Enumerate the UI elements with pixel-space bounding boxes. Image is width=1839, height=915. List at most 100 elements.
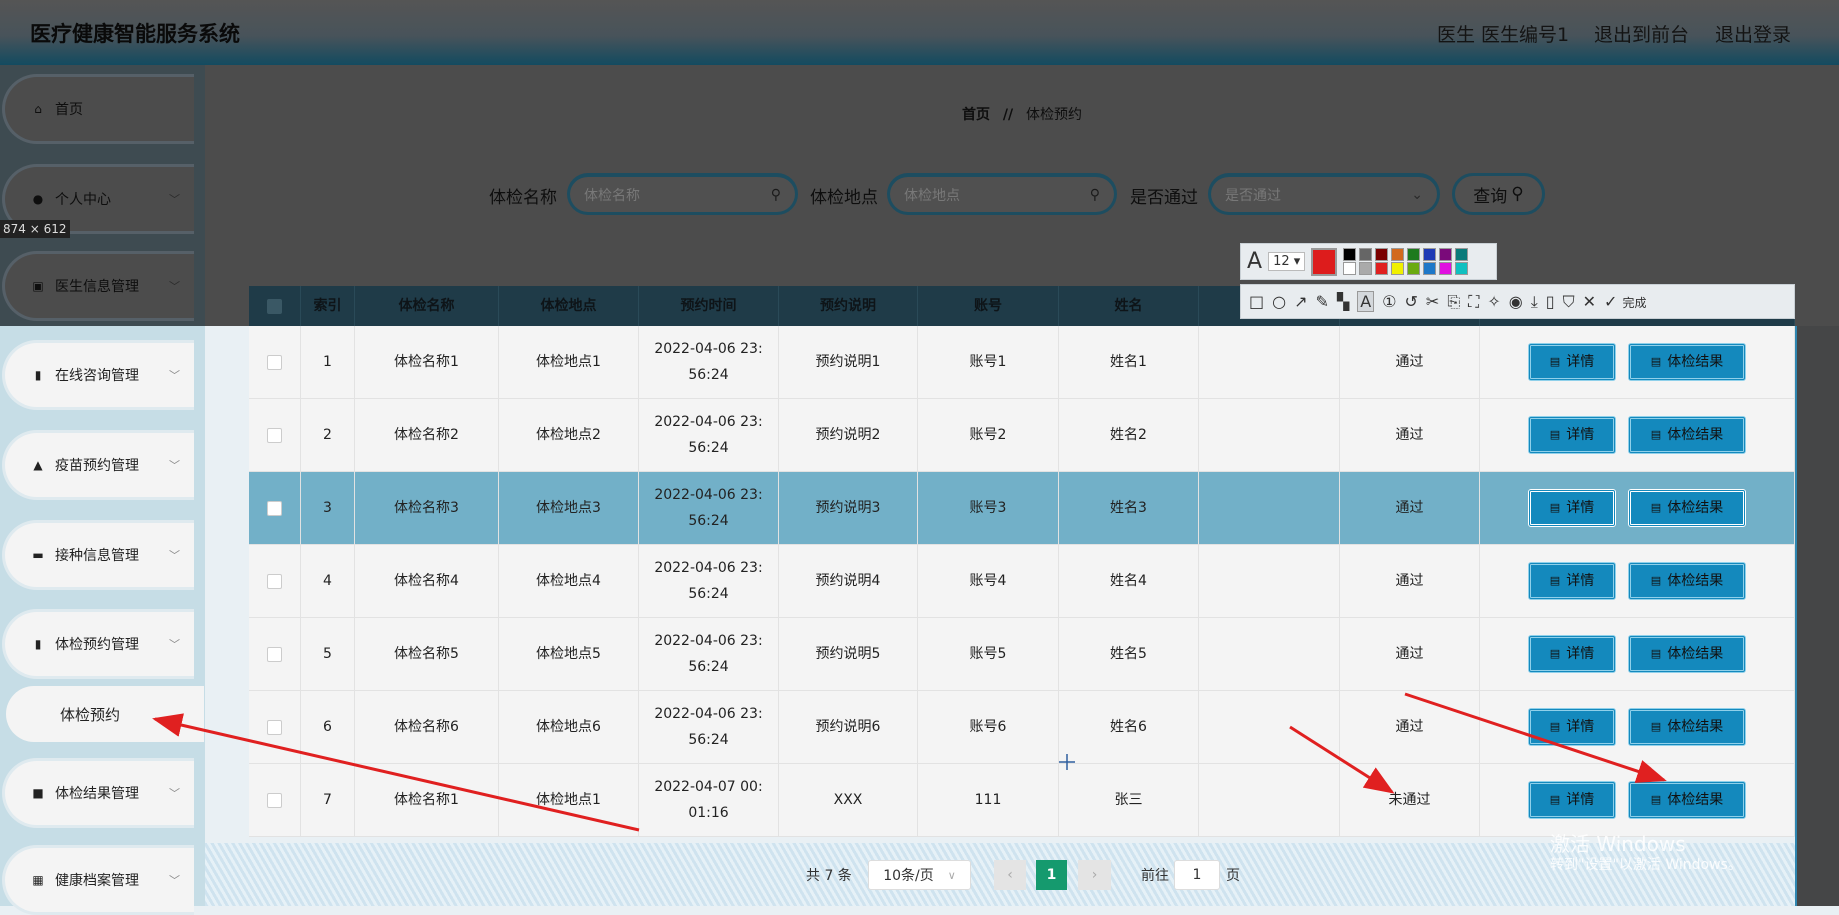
color-swatch[interactable] (1407, 262, 1421, 275)
undo-icon[interactable]: ↺ (1405, 292, 1418, 311)
color-swatch[interactable] (1359, 248, 1373, 261)
place-search-input[interactable]: 体检地点 ⚲ (887, 173, 1117, 215)
table-row[interactable]: 6 体检名称6 体检地点6 2022-04-06 23:56:24 预约说明6 账号6 姓名… (249, 691, 1795, 764)
query-button[interactable]: 查询 ⚲ (1452, 173, 1545, 215)
next-page-button[interactable]: › (1078, 860, 1111, 890)
detail-button[interactable]: ▤ 详情 (1528, 781, 1616, 819)
ellipse-tool-icon[interactable]: ○ (1272, 292, 1286, 311)
exam-result-button[interactable]: ▤ 体检结果 (1628, 489, 1746, 527)
exam-result-button[interactable]: ▤ 体检结果 (1628, 708, 1746, 746)
table-cell: 体检名称1 (355, 326, 499, 398)
table-row[interactable]: 1 体检名称1 体检地点1 2022-04-06 23:56:24 预约说明1 账号1 姓名… (249, 326, 1795, 399)
row-checkbox[interactable] (267, 427, 282, 443)
detail-button[interactable]: ▤ 详情 (1528, 416, 1616, 454)
pass-select[interactable]: 是否通过 ⌄ (1208, 173, 1440, 215)
table-cell: 体检地点3 (499, 472, 639, 544)
row-checkbox[interactable] (267, 719, 282, 735)
color-swatch[interactable] (1455, 262, 1469, 275)
translate-icon[interactable]: ⛶ (1468, 292, 1479, 312)
color-swatch[interactable] (1391, 262, 1405, 275)
font-size-select[interactable]: 12 ▾ (1268, 252, 1306, 271)
detail-button[interactable]: ▤ 详情 (1528, 562, 1616, 600)
breadcrumb-home[interactable]: 首页 (962, 107, 990, 123)
table-cell: 2022-04-06 23:56:24 (639, 326, 779, 398)
row-checkbox[interactable] (267, 500, 282, 516)
record-icon[interactable]: ◉ (1509, 292, 1523, 311)
exit-to-front-link[interactable]: 退出到前台 (1594, 20, 1689, 47)
color-swatch[interactable] (1391, 248, 1405, 261)
detail-button[interactable]: ▤ 详情 (1528, 489, 1616, 527)
sidebar-item-0[interactable]: ⌂ 首页 (2, 74, 194, 144)
pencil-tool-icon[interactable]: ✎ (1316, 292, 1329, 311)
arrow-tool-icon[interactable]: ↗ (1294, 292, 1307, 311)
select-all-checkbox[interactable] (267, 298, 282, 314)
name-search-input[interactable]: 体检名称 ⚲ (567, 173, 798, 215)
page-size-select[interactable]: 10条/页 ∨ (868, 860, 971, 890)
table-cell (1199, 472, 1340, 544)
chevron-down-icon: ﹀ (169, 787, 180, 800)
color-swatch[interactable] (1439, 248, 1453, 261)
table-row[interactable]: 7 体检名称1 体检地点1 2022-04-07 00:01:16 XXX 111 张三 未通… (249, 764, 1795, 837)
goto-page-input[interactable]: 1 (1174, 860, 1220, 890)
table-row[interactable]: 5 体检名称5 体检地点5 2022-04-06 23:56:24 预约说明5 账号5 姓名… (249, 618, 1795, 691)
sidebar-item-5[interactable]: ▬ 接种信息管理 ﹀ (2, 520, 194, 590)
sidebar-item-8[interactable]: ▦ 健康档案管理 ﹀ (2, 845, 194, 915)
exam-result-button[interactable]: ▤ 体检结果 (1628, 416, 1746, 454)
color-swatch[interactable] (1375, 262, 1389, 275)
selected-color-swatch[interactable] (1311, 247, 1338, 276)
exam-result-button[interactable]: ▤ 体检结果 (1628, 562, 1746, 600)
bookmark-icon[interactable]: ⛉ (1563, 292, 1575, 312)
table-row[interactable]: 4 体检名称4 体检地点4 2022-04-06 23:56:24 预约说明4 账号4 姓名… (249, 545, 1795, 618)
color-swatch[interactable] (1343, 248, 1357, 261)
sidebar-item-7[interactable]: ■ 体检结果管理 ﹀ (2, 758, 194, 828)
exam-result-button[interactable]: ▤ 体检结果 (1628, 343, 1746, 381)
download-icon[interactable]: ⤓ (1531, 292, 1538, 312)
color-swatch[interactable] (1439, 262, 1453, 275)
exam-result-button[interactable]: ▤ 体检结果 (1628, 781, 1746, 819)
column-header[interactable] (249, 286, 301, 326)
ocr-icon[interactable]: ⎘ (1447, 292, 1460, 312)
detail-button[interactable]: ▤ 详情 (1528, 635, 1616, 673)
annotation-tools-toolbar: □ ○ ↗ ✎ ▚ A ① ↺ ✂ ⎘ ⛶ ✧ ◉ ⤓ ▯ ⛉ ✕ ✓ 完成 (1240, 284, 1795, 319)
color-swatch[interactable] (1375, 248, 1389, 261)
color-swatch[interactable] (1359, 262, 1373, 275)
sidebar-item-3[interactable]: ▮ 在线咨询管理 ﹀ (2, 340, 194, 410)
number-tool-icon[interactable]: ① (1382, 292, 1396, 311)
sidebar-item-4[interactable]: ▲ 疫苗预约管理 ﹀ (2, 430, 194, 500)
sidebar-item-label: 在线咨询管理 (55, 368, 139, 384)
text-tool-icon[interactable]: A (1357, 291, 1375, 312)
prev-page-button[interactable]: ‹ (994, 860, 1026, 890)
detail-button[interactable]: ▤ 详情 (1528, 708, 1616, 746)
sidebar-item-2[interactable]: ▣ 医生信息管理 ﹀ (2, 251, 194, 321)
table-row[interactable]: 3 体检名称3 体检地点3 2022-04-06 23:56:24 预约说明3 账号3 姓名… (249, 472, 1795, 545)
logout-link[interactable]: 退出登录 (1715, 20, 1791, 47)
sidebar-item-6[interactable]: ▮ 体检预约管理 ﹀ (2, 609, 194, 679)
color-swatch[interactable] (1423, 248, 1437, 261)
windows-activation-hint: 转到"设置"以激活 Windows。 (1550, 857, 1742, 873)
phone-icon[interactable]: ▯ (1546, 292, 1555, 311)
pin-icon[interactable]: ✧ (1487, 292, 1500, 311)
sidebar-subitem-exam-appointment[interactable]: 体检预约 (6, 686, 204, 742)
exam-result-button[interactable]: ▤ 体检结果 (1628, 635, 1746, 673)
color-swatch[interactable] (1343, 262, 1357, 275)
color-swatch[interactable] (1455, 248, 1469, 261)
sidebar-item-label: 疫苗预约管理 (55, 458, 139, 474)
book-icon: ▮ (34, 368, 42, 382)
done-button[interactable]: ✓ 完成 (1604, 292, 1647, 311)
row-checkbox[interactable] (267, 646, 282, 662)
page-1-button[interactable]: 1 (1036, 860, 1067, 890)
row-checkbox[interactable] (267, 792, 282, 808)
detail-label: 详情 (1566, 792, 1595, 808)
document-icon: ▤ (1650, 574, 1662, 587)
cut-icon[interactable]: ✂ (1426, 292, 1439, 311)
table-row[interactable]: 2 体检名称2 体检地点2 2022-04-06 23:56:24 预约说明2 账号2 姓名… (249, 399, 1795, 472)
color-swatch[interactable] (1407, 248, 1421, 261)
detail-button[interactable]: ▤ 详情 (1528, 343, 1616, 381)
color-swatch[interactable] (1423, 262, 1437, 275)
row-checkbox[interactable] (267, 354, 282, 370)
mosaic-tool-icon[interactable]: ▚ (1337, 292, 1349, 311)
table-cell: 111 (918, 764, 1059, 836)
close-icon[interactable]: ✕ (1583, 292, 1596, 311)
rectangle-tool-icon[interactable]: □ (1249, 292, 1264, 311)
row-checkbox[interactable] (267, 573, 282, 589)
